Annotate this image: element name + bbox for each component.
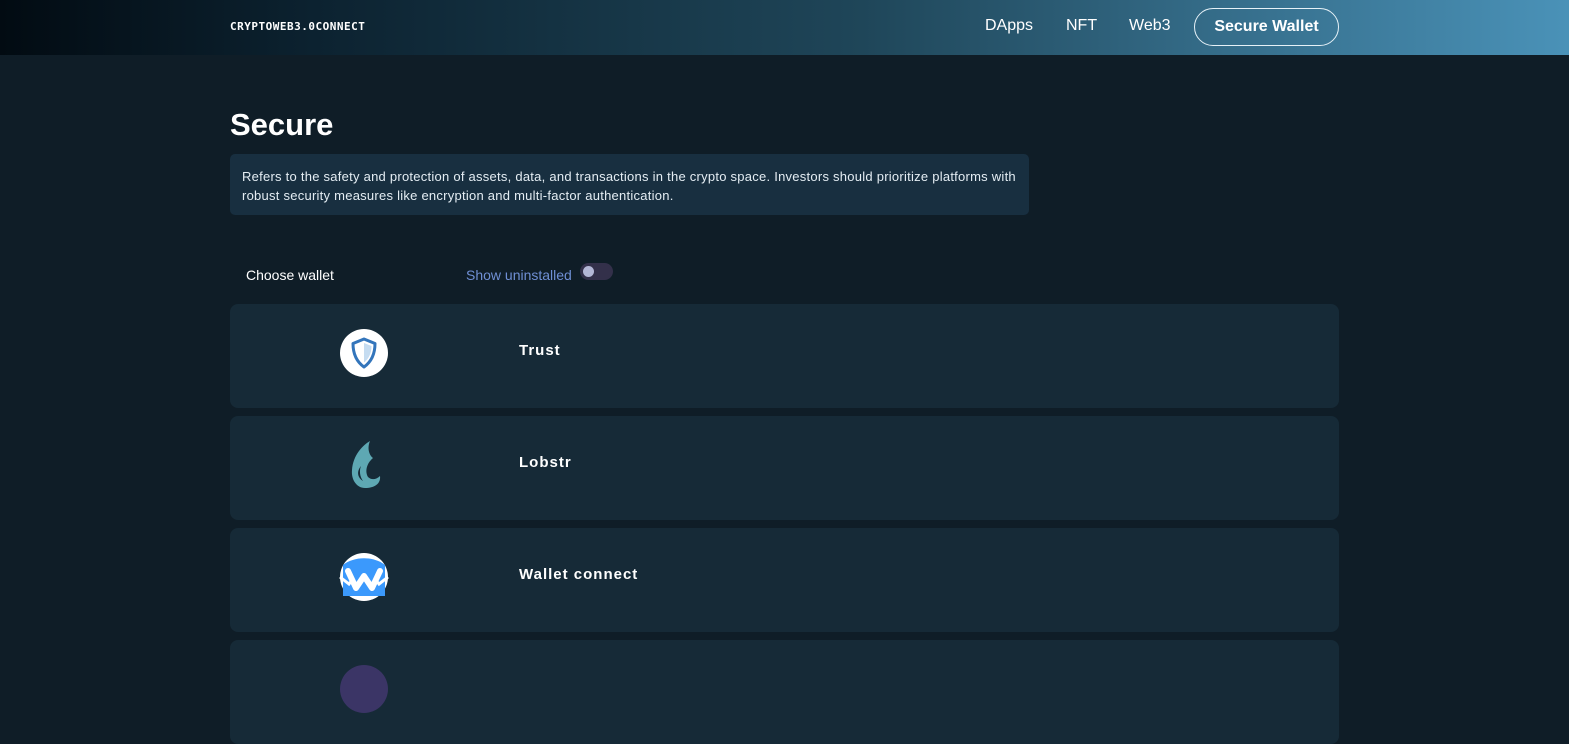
nav-link-nft[interactable]: NFT	[1066, 17, 1097, 35]
show-uninstalled-label[interactable]: Show uninstalled	[466, 267, 572, 283]
top-nav-bar: CRYPTOWEB3.0CONNECT DApps NFT Web3 Secur…	[0, 0, 1569, 55]
trust-shield-icon	[339, 328, 389, 378]
wallet-option-partial[interactable]	[230, 640, 1339, 744]
secure-wallet-button[interactable]: Secure Wallet	[1194, 8, 1339, 46]
toggle-knob	[583, 266, 594, 277]
wallet-option-lobstr[interactable]: Lobstr	[230, 416, 1339, 520]
lobstr-leaf-icon	[339, 440, 389, 490]
wallet-icon	[339, 664, 389, 714]
nav-link-web3[interactable]: Web3	[1129, 17, 1171, 35]
wallet-option-walletconnect[interactable]: Wallet connect	[230, 528, 1339, 632]
description-text: Refers to the safety and protection of a…	[242, 169, 1016, 203]
wallet-name: Wallet connect	[519, 566, 639, 583]
page-title: Secure	[230, 107, 334, 142]
show-uninstalled-toggle[interactable]	[580, 263, 613, 280]
description-box: Refers to the safety and protection of a…	[230, 154, 1029, 215]
wallet-name: Lobstr	[519, 454, 572, 471]
brand-logo-text[interactable]: CRYPTOWEB3.0CONNECT	[230, 20, 365, 33]
nav-link-dapps[interactable]: DApps	[985, 17, 1033, 35]
walletconnect-icon	[339, 552, 389, 602]
wallet-name: Trust	[519, 342, 561, 359]
wallet-option-trust[interactable]: Trust	[230, 304, 1339, 408]
choose-wallet-label: Choose wallet	[246, 267, 334, 283]
